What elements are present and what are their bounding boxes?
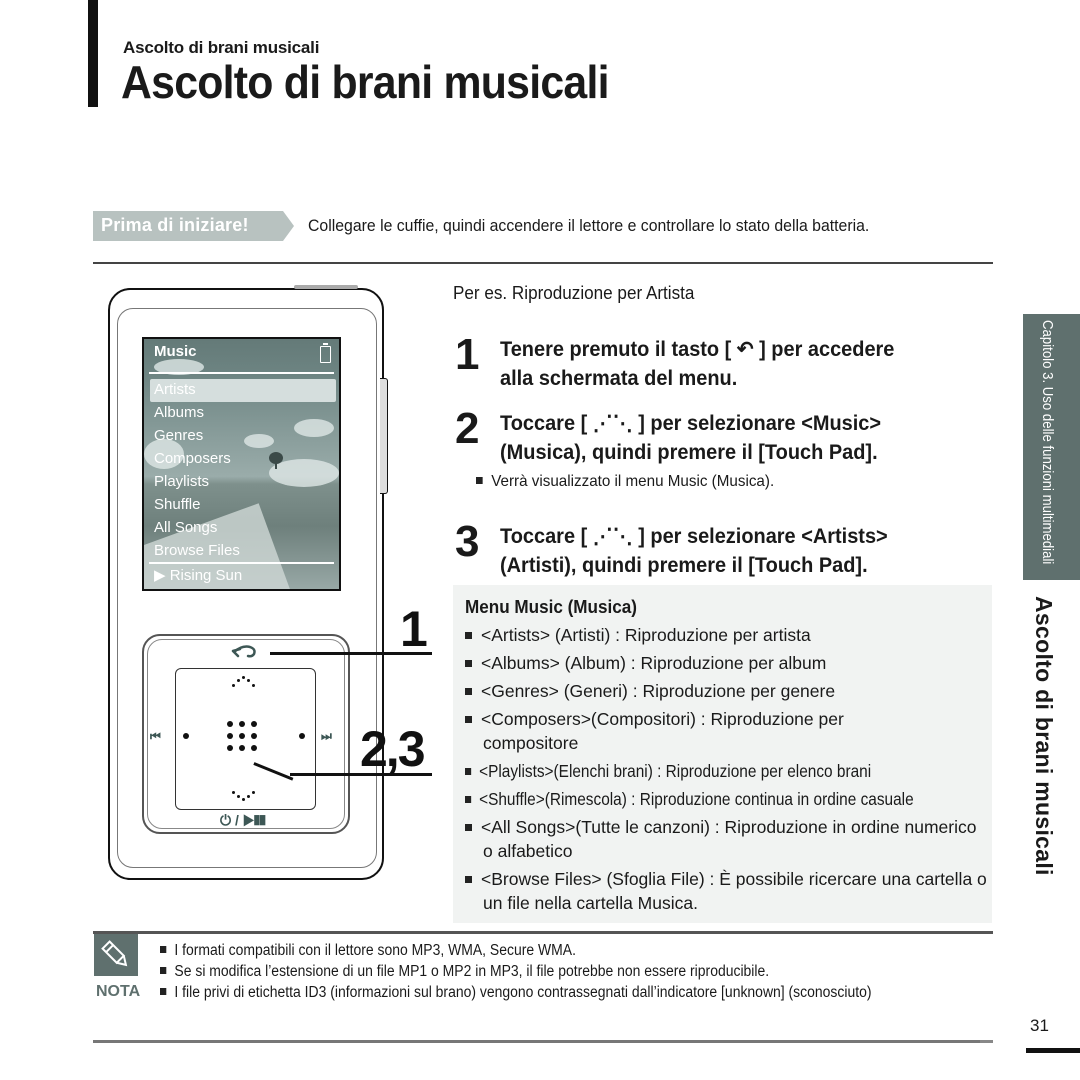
touch-pad[interactable] [175,668,316,810]
screen-menu: Artists Albums Genres Composers Playlist… [150,379,336,563]
list-item: I file privi di etichetta ID3 (informazi… [160,982,1004,1003]
running-title: Ascolto di brani musicali [123,38,320,57]
header-bar [88,0,98,107]
list-item: <Browse Files> (Sfoglia File) : È possib… [465,867,988,915]
step-number: 2 [455,404,480,453]
list-item: <Shuffle>(Rimescola) : Riproduzione cont… [465,787,1000,811]
divider [93,1040,993,1043]
screen-menu-item-albums[interactable]: Albums [150,402,336,425]
before-start-tag: Prima di iniziare! [93,211,298,241]
step-2-note: Verrà visualizzato il menu Music (Musica… [476,473,774,491]
screen-menu-item-artists[interactable]: Artists [150,379,336,402]
example-label: Per es. Riproduzione per Artista [453,283,695,303]
callout-2-3: 2,3 [360,721,426,777]
before-start-label: Prima di iniziare! [101,215,249,235]
divider [93,931,993,934]
screen-menu-item-playlists[interactable]: Playlists [150,471,336,494]
previous-icon[interactable]: ⏮ [150,729,161,744]
screen-divider [149,562,334,564]
music-menu-list: <Artists> (Artisti) : Riproduzione per a… [465,623,988,919]
power-play-pause-icon[interactable]: ⏻ / ▶❚❚ [220,812,266,829]
right-dot-icon[interactable] [299,733,305,739]
screen-menu-item-shuffle[interactable]: Shuffle [150,494,336,517]
step-text: Tenere premuto il tasto [ ↶ ] per accede… [500,338,895,390]
list-item: I formati compatibili con il lettore son… [160,940,1004,961]
screen-title: Music [154,343,197,360]
battery-icon [320,343,331,363]
divider [93,262,993,264]
page-number: 31 [1030,1016,1049,1035]
page-number-rule [1026,1048,1080,1053]
left-dot-icon[interactable] [183,733,189,739]
list-item: <Composers>(Compositori) : Riproduzione … [465,707,913,755]
callout-1: 1 [400,601,428,657]
screen-menu-item-composers[interactable]: Composers [150,448,336,471]
list-item: <Artists> (Artisti) : Riproduzione per a… [465,623,985,647]
device-side-button [380,378,388,494]
screen-menu-item-all-songs[interactable]: All Songs [150,517,336,540]
list-item: <Playlists>(Elenchi brani) : Riproduzion… [465,759,1000,783]
list-item: Se si modifica l’estensione di un file M… [160,961,1004,982]
music-menu-box: Menu Music (Musica) <Artists> (Artisti) … [453,585,992,923]
screen-divider [149,372,334,374]
nota-list: I formati compatibili con il lettore son… [160,940,990,1003]
section-side-title: Ascolto di brani musicali [1031,596,1057,876]
back-icon[interactable] [230,643,260,659]
screen-menu-item-browse-files[interactable]: Browse Files [150,540,336,563]
step-number: 1 [455,330,480,379]
now-playing: ▶ Rising Sun [154,567,243,584]
list-item: <Genres> (Generi) : Riproduzione per gen… [465,679,985,703]
step-number: 3 [455,517,480,566]
list-item: <Albums> (Album) : Riproduzione per albu… [465,651,985,675]
device-top-button [294,285,358,289]
pencil-icon [94,934,138,976]
nota-label: NOTA [96,983,141,1000]
divider [980,1040,993,1043]
music-menu-title: Menu Music (Musica) [465,597,637,617]
list-item: <All Songs>(Tutte le canzoni) : Riproduz… [465,815,988,863]
step-text: Toccare [ ⋰⋱ ] per selezionare <Artists>… [500,525,888,577]
device-screen: Music Artists Albums Genres Composers Pl… [142,337,341,591]
next-icon[interactable]: ⏭ [321,729,332,744]
page-title: Ascolto di brani musicali [121,56,610,108]
screen-menu-item-genres[interactable]: Genres [150,425,336,448]
chapter-label: Capitolo 3. Uso delle funzioni multimedi… [1039,320,1056,565]
before-start-text: Collegare le cuffie, quindi accendere il… [308,216,870,235]
step-text: Toccare [ ⋰⋱ ] per selezionare <Music> (… [500,412,882,464]
chapter-tab: Capitolo 3. Uso delle funzioni multimedi… [1023,314,1080,580]
device-illustration: Music Artists Albums Genres Composers Pl… [108,285,388,880]
